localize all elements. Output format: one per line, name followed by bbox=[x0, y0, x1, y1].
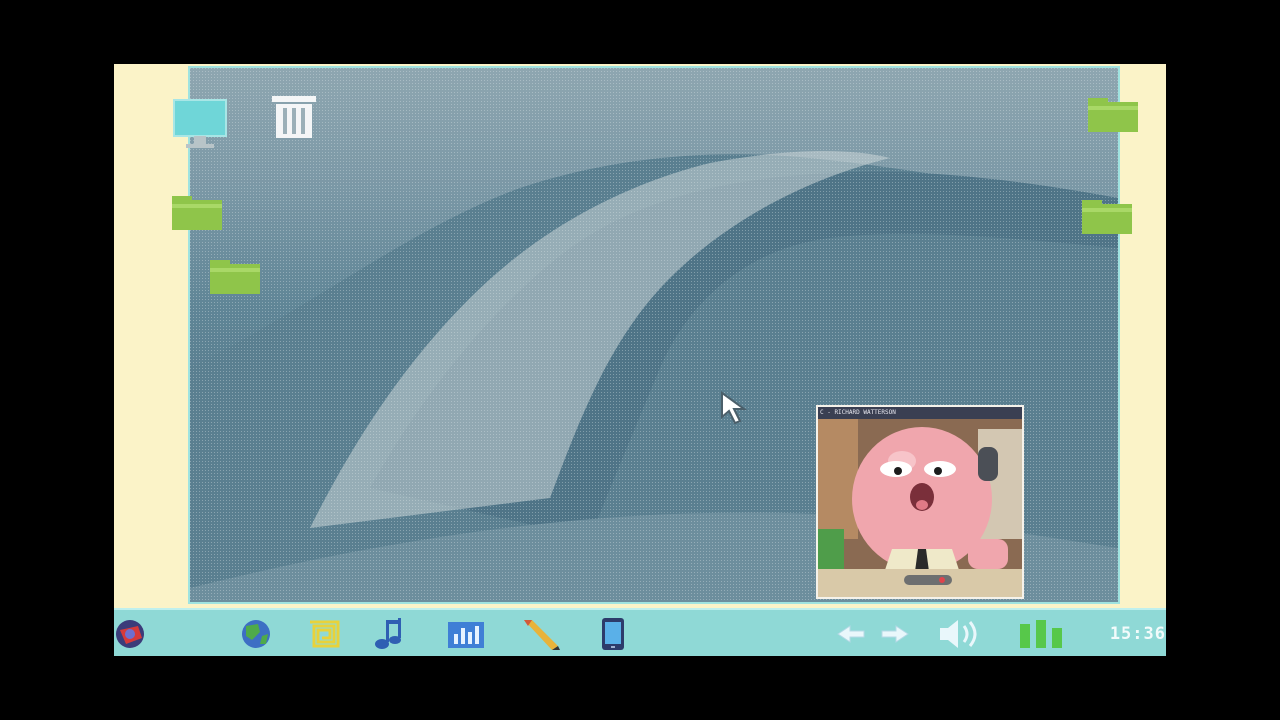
pencil-icon[interactable] bbox=[520, 618, 560, 650]
mouse-cursor-icon bbox=[720, 391, 754, 431]
bar-chart-icon[interactable] bbox=[446, 618, 486, 650]
phone-icon[interactable] bbox=[598, 618, 628, 650]
start-orb-icon[interactable] bbox=[114, 618, 148, 650]
video-call-window[interactable]: C - RICHARD WATTERSON bbox=[816, 405, 1024, 599]
folder-icon[interactable] bbox=[210, 258, 260, 298]
taskbar-clock: 15:36 bbox=[1109, 624, 1166, 644]
forward-arrow-icon[interactable] bbox=[878, 618, 912, 650]
taskbar: 15:36 bbox=[114, 608, 1166, 656]
desktop-screen: C - RICHARD WATTERSON 15:36 bbox=[114, 64, 1166, 656]
folder-icon[interactable] bbox=[172, 194, 222, 234]
spiral-icon[interactable] bbox=[306, 618, 342, 650]
video-call-title: C - RICHARD WATTERSON bbox=[818, 407, 1022, 419]
folder-icon[interactable] bbox=[1082, 198, 1132, 238]
computer-icon[interactable] bbox=[172, 98, 228, 154]
music-note-icon[interactable] bbox=[368, 618, 408, 650]
battery-icon bbox=[1018, 618, 1074, 650]
trash-icon[interactable] bbox=[268, 94, 320, 144]
back-arrow-icon[interactable] bbox=[834, 618, 868, 650]
folder-icon[interactable] bbox=[1088, 96, 1138, 136]
globe-icon[interactable] bbox=[236, 618, 276, 650]
speaker-icon[interactable] bbox=[930, 618, 984, 650]
caller-avatar bbox=[818, 419, 1022, 597]
